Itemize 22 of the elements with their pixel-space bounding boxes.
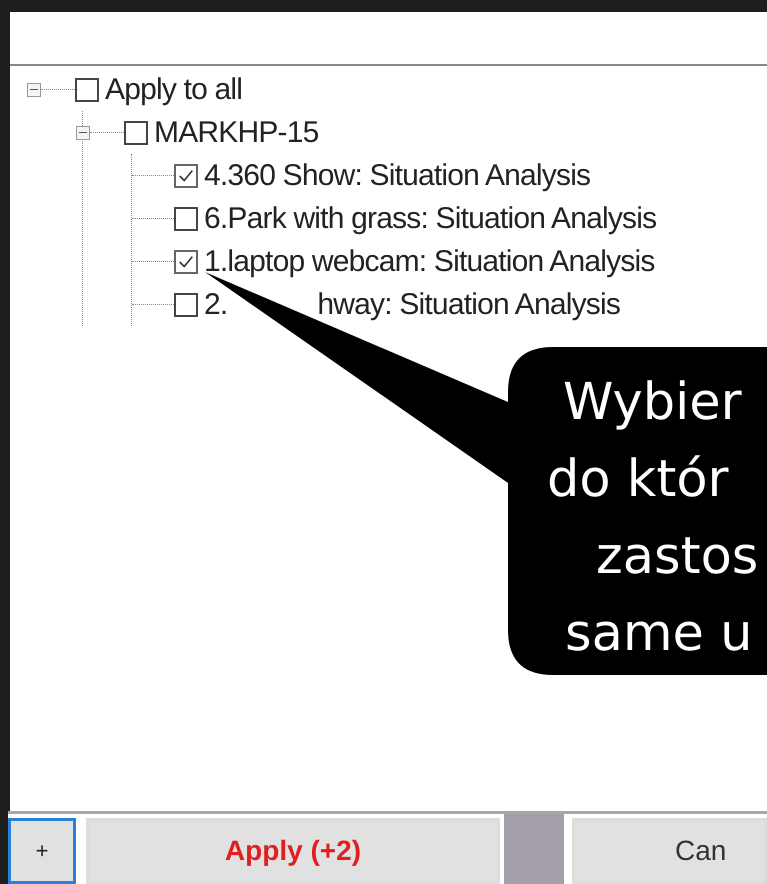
checkbox[interactable] bbox=[174, 164, 198, 188]
add-button[interactable]: + bbox=[8, 818, 76, 884]
callout-text: Wybier bbox=[563, 372, 743, 434]
checkbox[interactable] bbox=[124, 120, 148, 144]
tree-item-label[interactable]: 6.Park with grass: Situation Analysis bbox=[204, 202, 656, 236]
checkbox[interactable] bbox=[174, 292, 198, 316]
collapse-icon[interactable] bbox=[27, 82, 41, 96]
tree-item-label[interactable]: MARKHP-15 bbox=[154, 116, 319, 150]
tree-item-label[interactable]: 2. bbox=[204, 288, 228, 322]
checkbox[interactable] bbox=[174, 206, 198, 230]
checkbox[interactable] bbox=[75, 78, 99, 102]
tree-item-label[interactable]: hway: Situation Analysis bbox=[317, 288, 620, 322]
collapse-icon[interactable] bbox=[76, 126, 90, 140]
callout-text: same u bbox=[565, 603, 754, 665]
callout-text: zastos bbox=[596, 526, 758, 588]
tree-item-label[interactable]: 4.360 Show: Situation Analysis bbox=[204, 158, 590, 192]
checkbox[interactable] bbox=[174, 250, 198, 274]
tree-item-label[interactable]: Apply to all bbox=[105, 72, 242, 106]
callout-text: do któr bbox=[547, 449, 730, 511]
apply-button[interactable]: Apply (+2) bbox=[86, 818, 500, 884]
tree-item-label[interactable]: 1.laptop webcam: Situation Analysis bbox=[204, 244, 655, 278]
cancel-button[interactable]: Can bbox=[572, 818, 767, 884]
